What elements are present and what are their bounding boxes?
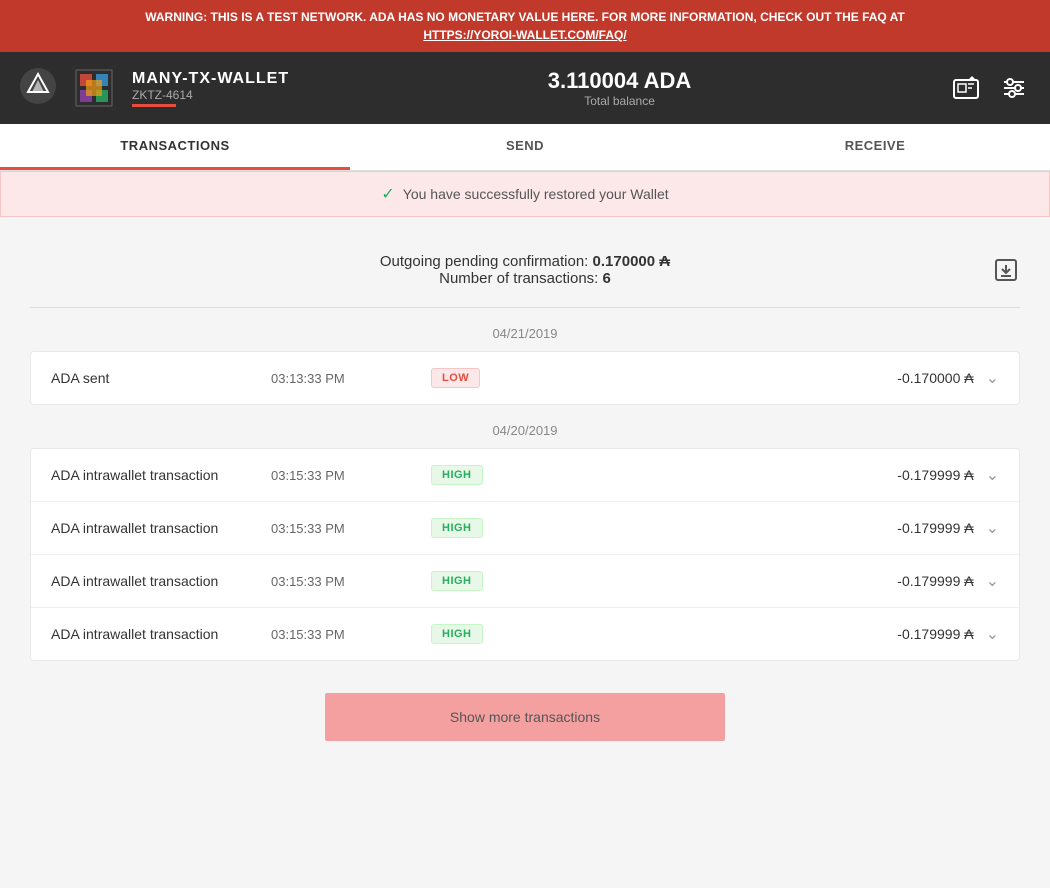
warning-text: WARNING: THIS IS A TEST NETWORK. ADA HAS…	[145, 10, 905, 24]
pending-amount: 0.170000 ₳	[593, 253, 671, 270]
badge-high: HIGH	[431, 465, 483, 485]
tx-badge: HIGH	[431, 624, 511, 644]
chevron-down-icon[interactable]: ⌄	[986, 465, 999, 485]
warning-banner: WARNING: THIS IS A TEST NETWORK. ADA HAS…	[0, 0, 1050, 52]
warning-link[interactable]: HTTPS://YOROI-WALLET.COM/FAQ/	[423, 28, 626, 42]
header: MANY-TX-WALLET ZKTZ-4614 3.110004 ADA To…	[0, 52, 1050, 124]
table-row[interactable]: ADA sent 03:13:33 PM LOW -0.170000 ₳ ⌄	[31, 352, 1019, 404]
tx-count: 6	[603, 270, 611, 287]
wallet-name: MANY-TX-WALLET	[132, 70, 289, 88]
balance-label: Total balance	[289, 94, 950, 108]
success-banner: ✓ You have successfully restored your Wa…	[0, 171, 1050, 217]
tx-type: ADA intrawallet transaction	[51, 467, 271, 483]
success-text: You have successfully restored your Wall…	[403, 186, 669, 202]
tx-amount: -0.179999 ₳	[511, 467, 986, 483]
tx-badge: HIGH	[431, 518, 511, 538]
tx-time: 03:15:33 PM	[271, 468, 431, 483]
show-more-container: Show more transactions	[30, 669, 1020, 765]
tx-count-label: Number of transactions:	[439, 270, 598, 287]
tab-send[interactable]: SEND	[350, 124, 700, 170]
tx-type: ADA intrawallet transaction	[51, 573, 271, 589]
table-row[interactable]: ADA intrawallet transaction 03:15:33 PM …	[31, 608, 1019, 660]
tx-badge: HIGH	[431, 465, 511, 485]
badge-high: HIGH	[431, 518, 483, 538]
tx-amount: -0.170000 ₳	[511, 370, 986, 386]
send-icon-btn[interactable]	[950, 72, 982, 104]
tx-type: ADA intrawallet transaction	[51, 520, 271, 536]
table-row[interactable]: ADA intrawallet transaction 03:15:33 PM …	[31, 449, 1019, 502]
tx-group-1: 04/20/2019 ADA intrawallet transaction 0…	[30, 413, 1020, 661]
export-button[interactable]	[992, 256, 1020, 288]
tx-amount: -0.179999 ₳	[511, 626, 986, 642]
tx-time: 03:15:33 PM	[271, 574, 431, 589]
table-row[interactable]: ADA intrawallet transaction 03:15:33 PM …	[31, 555, 1019, 608]
badge-low: LOW	[431, 368, 480, 388]
show-more-button[interactable]: Show more transactions	[325, 693, 725, 741]
table-row[interactable]: ADA intrawallet transaction 03:15:33 PM …	[31, 502, 1019, 555]
header-right	[950, 72, 1030, 104]
pending-label: Outgoing pending confirmation:	[380, 253, 588, 270]
wallet-id: ZKTZ-4614	[132, 88, 289, 102]
tx-badge: LOW	[431, 368, 511, 388]
tab-receive[interactable]: RECEIVE	[700, 124, 1050, 170]
date-divider-0: 04/21/2019	[30, 316, 1020, 351]
settings-icon-btn[interactable]	[998, 72, 1030, 104]
tx-badge: HIGH	[431, 571, 511, 591]
tx-group-rows-0: ADA sent 03:13:33 PM LOW -0.170000 ₳ ⌄	[30, 351, 1020, 405]
chevron-down-icon[interactable]: ⌄	[986, 518, 999, 538]
content-area: Outgoing pending confirmation: 0.170000 …	[0, 217, 1050, 785]
wallet-info: MANY-TX-WALLET ZKTZ-4614	[132, 70, 289, 107]
badge-high: HIGH	[431, 571, 483, 591]
tx-group-0: 04/21/2019 ADA sent 03:13:33 PM LOW -0.1…	[30, 316, 1020, 405]
app-logo[interactable]	[20, 68, 56, 109]
tx-time: 03:13:33 PM	[271, 371, 431, 386]
header-center: 3.110004 ADA Total balance	[289, 68, 950, 108]
tx-type: ADA intrawallet transaction	[51, 626, 271, 642]
chevron-down-icon[interactable]: ⌄	[986, 624, 999, 644]
chevron-down-icon[interactable]: ⌄	[986, 571, 999, 591]
tab-transactions[interactable]: TRANSACTIONS	[0, 124, 350, 170]
chevron-down-icon[interactable]: ⌄	[986, 368, 999, 388]
date-divider-1: 04/20/2019	[30, 413, 1020, 448]
success-icon: ✓	[381, 184, 394, 204]
tx-amount: -0.179999 ₳	[511, 520, 986, 536]
tx-amount: -0.179999 ₳	[511, 573, 986, 589]
badge-high: HIGH	[431, 624, 483, 644]
balance-amount: 3.110004 ADA	[289, 68, 950, 94]
nav-tabs: TRANSACTIONS SEND RECEIVE	[0, 124, 1050, 171]
header-left: MANY-TX-WALLET ZKTZ-4614	[20, 66, 289, 110]
tx-time: 03:15:33 PM	[271, 627, 431, 642]
tx-type: ADA sent	[51, 370, 271, 386]
summary-section: Outgoing pending confirmation: 0.170000 …	[30, 237, 1020, 307]
wallet-avatar	[72, 66, 116, 110]
tx-group-rows-1: ADA intrawallet transaction 03:15:33 PM …	[30, 448, 1020, 661]
active-indicator	[132, 104, 176, 107]
tx-time: 03:15:33 PM	[271, 521, 431, 536]
